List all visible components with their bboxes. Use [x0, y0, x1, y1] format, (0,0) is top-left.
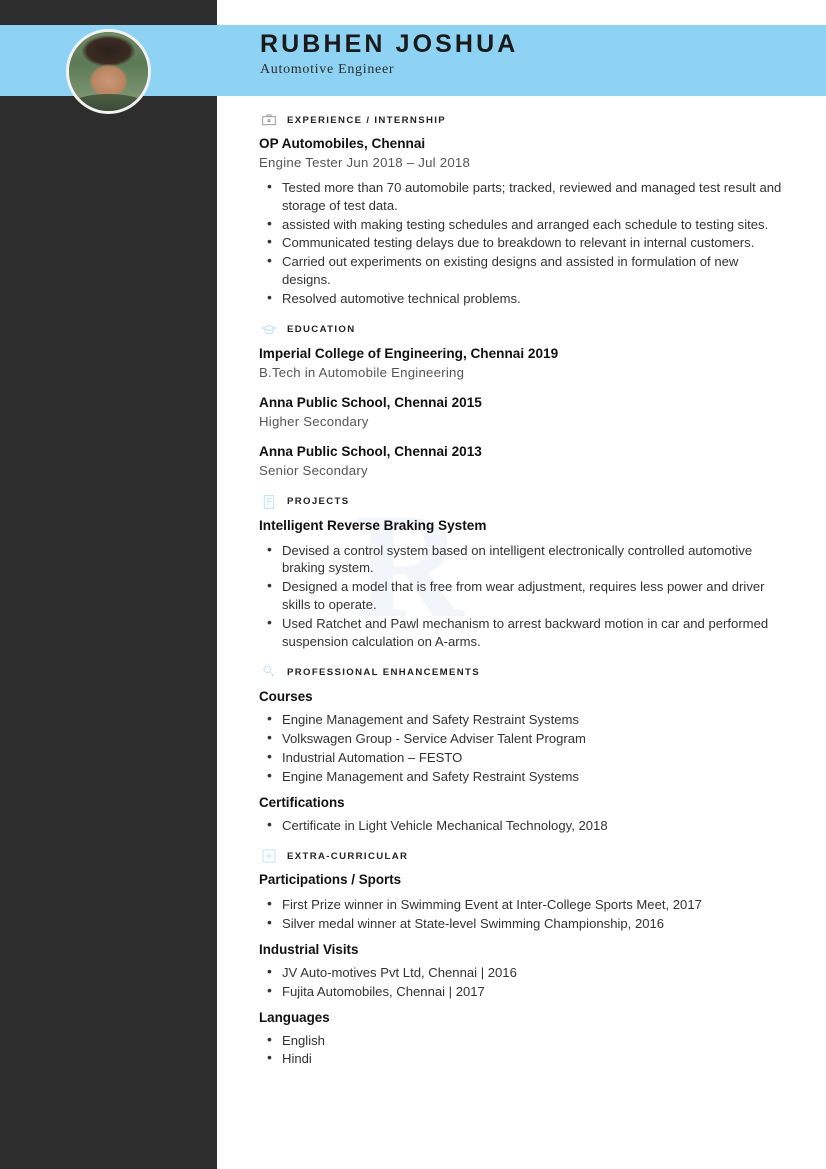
project-bullets: Devised a control system based on intell… [259, 541, 790, 651]
main-content: EXPERIENCE / INTERNSHIP OP Automobiles, … [217, 96, 826, 1082]
list-item: JV Auto-motives Pvt Ltd, Chennai | 2016 [259, 963, 790, 982]
section-header-extracurricular: EXTRA-CURRICULAR [261, 848, 790, 864]
experience-role-dates: Engine Tester Jun 2018 – Jul 2018 [259, 155, 471, 170]
resume-page: RUBHEN JOSHUA Automotive Engineer R PERS… [0, 0, 826, 1169]
section-title: PROFESSIONAL ENHANCEMENTS [287, 666, 480, 678]
section-title: EXPERIENCE / INTERNSHIP [287, 114, 446, 126]
education-degree: Senior Secondary [259, 462, 368, 478]
section-header-education: EDUCATION [261, 322, 790, 338]
list-item: English [259, 1031, 790, 1050]
education-degree: Higher Secondary [259, 413, 369, 429]
list-item: Engine Management and Safety Restraint S… [259, 767, 790, 786]
section-professional-enhancements: PROFESSIONAL ENHANCEMENTS Courses Engine… [259, 664, 790, 834]
briefcase-icon [261, 112, 277, 128]
section-title: EDUCATION [287, 324, 356, 336]
experience-bullets: Tested more than 70 automobile parts; tr… [259, 178, 790, 308]
education-degree: B.Tech in Automobile Engineering [259, 364, 465, 380]
education-school: Anna Public School, Chennai 2015 [259, 394, 482, 410]
page-title: RUBHEN JOSHUA [260, 30, 519, 58]
education-list: Imperial College of Engineering, Chennai… [259, 344, 790, 480]
list-item: Communicated testing delays due to break… [259, 233, 790, 252]
sports-list: First Prize winner in Swimming Event at … [259, 895, 790, 933]
courses-label: Courses [259, 689, 313, 705]
visits-list: JV Auto-motives Pvt Ltd, Chennai | 2016F… [259, 963, 790, 1001]
education-item: Anna Public School, Chennai 2015 Higher S… [259, 393, 790, 431]
certifications-label: Certifications [259, 794, 345, 810]
job-title: Automotive Engineer [260, 62, 395, 77]
sidebar [0, 0, 217, 1169]
experience-company: OP Automobiles, Chennai [259, 136, 426, 151]
education-school: Imperial College of Engineering, Chennai… [259, 345, 559, 361]
list-item: First Prize winner in Swimming Event at … [259, 895, 790, 914]
section-header-experience: EXPERIENCE / INTERNSHIP [261, 112, 790, 128]
education-school: Anna Public School, Chennai 2013 [259, 443, 482, 459]
languages-list: EnglishHindi [259, 1031, 790, 1069]
list-item: Designed a model that is free from wear … [259, 577, 790, 614]
ribbon-icon [261, 664, 277, 680]
graduation-cap-icon [261, 322, 277, 338]
section-header-projects: PROJECTS [261, 494, 790, 510]
list-item: Used Ratchet and Pawl mechanism to arres… [259, 614, 790, 651]
project-title: Intelligent Reverse Braking System [259, 517, 487, 533]
list-item: Certificate in Light Vehicle Mechanical … [259, 816, 790, 835]
section-experience: EXPERIENCE / INTERNSHIP OP Automobiles, … [259, 112, 790, 308]
avatar [66, 29, 151, 114]
list-item: Volkswagen Group - Service Adviser Talen… [259, 729, 790, 748]
section-extra-curricular: EXTRA-CURRICULAR Participations / Sports… [259, 848, 790, 1068]
list-item: Resolved automotive technical problems. [259, 289, 790, 308]
list-item: Industrial Automation – FESTO [259, 748, 790, 767]
header-text: RUBHEN JOSHUA Automotive Engineer [260, 29, 518, 78]
list-item: assisted with making testing schedules a… [259, 215, 790, 234]
visits-label: Industrial Visits [259, 941, 359, 957]
list-item: Devised a control system based on intell… [259, 541, 790, 578]
sports-label: Participations / Sports [259, 872, 402, 888]
languages-label: Languages [259, 1009, 330, 1025]
section-education: EDUCATION Imperial College of Engineerin… [259, 322, 790, 480]
section-title: PROJECTS [287, 496, 350, 508]
list-item: Hindi [259, 1049, 790, 1068]
list-item: Engine Management and Safety Restraint S… [259, 710, 790, 729]
certifications-list: Certificate in Light Vehicle Mechanical … [259, 816, 790, 835]
education-item: Imperial College of Engineering, Chennai… [259, 344, 790, 382]
section-projects: PROJECTS Intelligent Reverse Braking Sys… [259, 494, 790, 651]
plus-box-icon [261, 848, 277, 864]
list-item: Tested more than 70 automobile parts; tr… [259, 178, 790, 215]
document-icon [261, 494, 277, 510]
list-item: Silver medal winner at State-level Swimm… [259, 914, 790, 933]
list-item: Carried out experiments on existing desi… [259, 252, 790, 289]
section-header-professional: PROFESSIONAL ENHANCEMENTS [261, 664, 790, 680]
education-item: Anna Public School, Chennai 2013 Senior S… [259, 442, 790, 480]
list-item: Fujita Automobiles, Chennai | 2017 [259, 982, 790, 1001]
section-title: EXTRA-CURRICULAR [287, 850, 409, 862]
courses-list: Engine Management and Safety Restraint S… [259, 710, 790, 786]
